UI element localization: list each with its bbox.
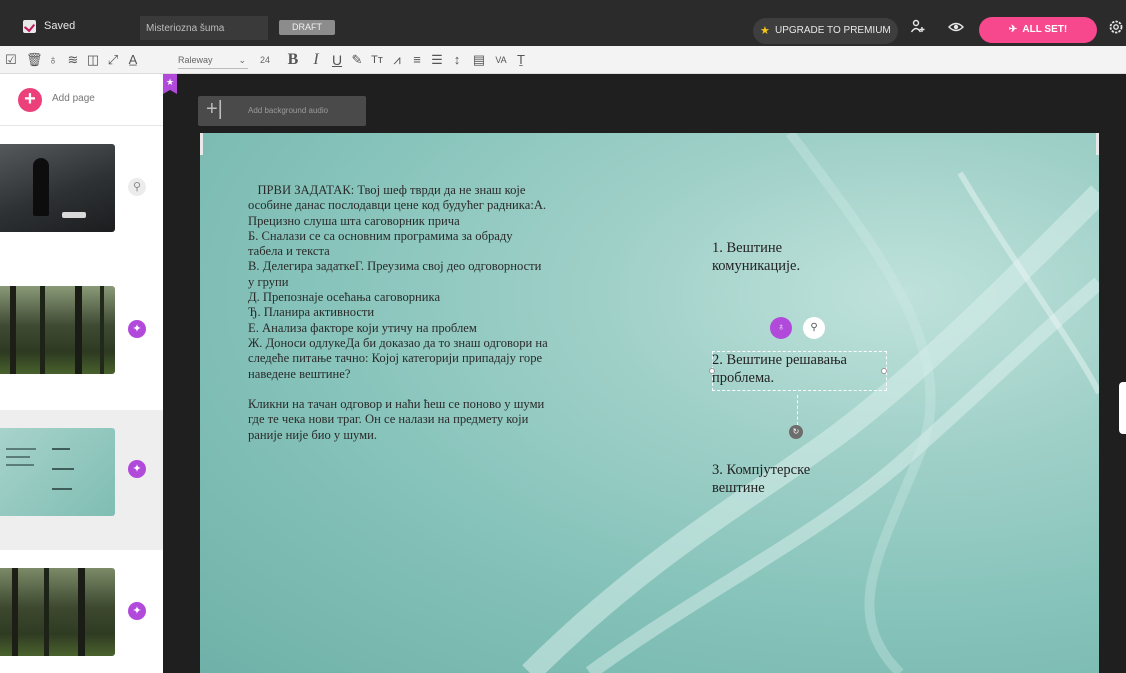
- line-height-icon[interactable]: ↕: [450, 50, 464, 70]
- tree-trunk: [78, 568, 85, 656]
- page-thumbnail-1[interactable]: [0, 144, 115, 232]
- list-icon[interactable]: ☰: [430, 50, 444, 70]
- tree-trunk: [40, 286, 45, 374]
- background-audio-label: Add background audio: [248, 106, 329, 115]
- project-title-input[interactable]: [140, 16, 268, 40]
- link-icon[interactable]: ⚲: [803, 317, 825, 339]
- add-page-label: Add page: [52, 93, 95, 104]
- clear-format-icon[interactable]: Ṯ: [514, 50, 528, 70]
- top-bar: Saved DRAFT ★ UPGRADE TO PREMIUM ✈ ALL S…: [0, 0, 1126, 46]
- upgrade-premium-button[interactable]: ★ UPGRADE TO PREMIUM: [753, 18, 898, 44]
- rotate-handle-icon[interactable]: ↻: [789, 425, 803, 439]
- trash-icon[interactable]: 🗑: [26, 50, 43, 70]
- columns-icon[interactable]: ▤: [472, 50, 486, 70]
- magic-wand-icon[interactable]: ✦: [128, 320, 146, 338]
- letter-spacing-icon[interactable]: VA: [494, 50, 508, 70]
- format-toolbar: ☑ 🗑 ♁ ≋ ◫ ⤢ A̲ Raleway ⌄ 24 B I U ✎ Tт ⩘ …: [0, 46, 1126, 74]
- tree-trunk: [10, 286, 16, 374]
- draft-badge: DRAFT: [279, 20, 335, 35]
- font-size-value[interactable]: 24: [260, 51, 270, 69]
- page-thumbnail-4[interactable]: [0, 568, 115, 656]
- layers-icon[interactable]: ≋: [66, 50, 80, 70]
- thumbnail-text-line: [6, 456, 30, 458]
- page-thumbnail-3[interactable]: [0, 428, 115, 516]
- figure-silhouette: [33, 158, 49, 216]
- side-panel-toggle[interactable]: [1119, 382, 1126, 434]
- slide-canvas[interactable]: ПРВИ ЗАДАТАК: Твој шеф тврди да не знаш …: [200, 133, 1099, 673]
- answer-option-2[interactable]: 2. Вештине решавања проблема.: [712, 351, 887, 387]
- tree-trunk: [12, 568, 18, 656]
- text-color-icon[interactable]: A̲: [126, 50, 140, 70]
- thumbnail-button-shape: [62, 212, 86, 218]
- pages-sidebar: + Add page ⚲ ✦ ✦ ✦: [0, 74, 163, 673]
- magic-wand-icon[interactable]: ✦: [128, 460, 146, 478]
- thumbnail-text-line: [52, 448, 70, 450]
- fullscreen-icon[interactable]: ⤢: [106, 50, 120, 70]
- settings-gear-icon[interactable]: [1104, 18, 1126, 42]
- chevron-down-icon: ⌄: [238, 55, 246, 65]
- text-size-icon[interactable]: Tт: [370, 50, 384, 70]
- plus-icon: +: [18, 88, 42, 112]
- italic-icon[interactable]: I: [309, 50, 323, 70]
- checkbox-tool-icon[interactable]: ☑: [4, 50, 18, 70]
- add-audio-icon: +|: [206, 98, 223, 120]
- background-audio-button[interactable]: +| Add background audio: [198, 96, 366, 126]
- align-icon[interactable]: ⩘: [390, 50, 404, 70]
- highlight-icon[interactable]: ✎: [350, 50, 364, 70]
- upgrade-label: UPGRADE TO PREMIUM: [775, 25, 891, 36]
- thumbnail-text-line: [6, 448, 36, 450]
- font-family-value: Raleway: [178, 55, 213, 65]
- megaphone-icon: ✈: [1008, 24, 1018, 35]
- preview-eye-icon[interactable]: [944, 18, 968, 42]
- all-set-button[interactable]: ✈ ALL SET!: [979, 17, 1097, 43]
- answer-option-3[interactable]: 3. Компјутерске вештине: [712, 461, 862, 497]
- interaction-icon[interactable]: ♁: [46, 50, 60, 70]
- task-text[interactable]: ПРВИ ЗАДАТАК: Твој шеф тврди да не знаш …: [248, 183, 548, 443]
- saved-status: Saved: [44, 20, 76, 32]
- thumbnail-text-line: [52, 468, 74, 470]
- star-icon: ★: [760, 25, 770, 37]
- thumbnail-text-line: [6, 464, 34, 466]
- bold-icon[interactable]: B: [285, 50, 301, 70]
- interaction-icon[interactable]: ♁: [770, 317, 792, 339]
- font-family-select[interactable]: Raleway ⌄: [178, 51, 248, 69]
- corner-mark: [200, 133, 203, 155]
- crop-icon[interactable]: ◫: [86, 50, 100, 70]
- corner-mark: [1096, 133, 1099, 155]
- magic-wand-icon[interactable]: ⚲: [128, 178, 146, 196]
- add-collaborator-icon[interactable]: [906, 18, 930, 42]
- saved-check-icon: [23, 20, 36, 33]
- thumbnail-text-line: [52, 488, 72, 490]
- tree-trunk: [100, 286, 104, 374]
- page-thumbnail-2[interactable]: [0, 286, 115, 374]
- add-page-button[interactable]: + Add page: [0, 74, 163, 126]
- tree-trunk: [44, 568, 49, 656]
- tree-trunk: [75, 286, 82, 374]
- underline-icon[interactable]: U: [330, 50, 344, 70]
- paragraph-align-icon[interactable]: ≡: [410, 50, 424, 70]
- all-set-label: ALL SET!: [1022, 24, 1068, 35]
- answer-option-1[interactable]: 1. Вештине комуникације.: [712, 239, 842, 275]
- rotate-guide: [797, 395, 798, 425]
- magic-wand-icon[interactable]: ✦: [128, 602, 146, 620]
